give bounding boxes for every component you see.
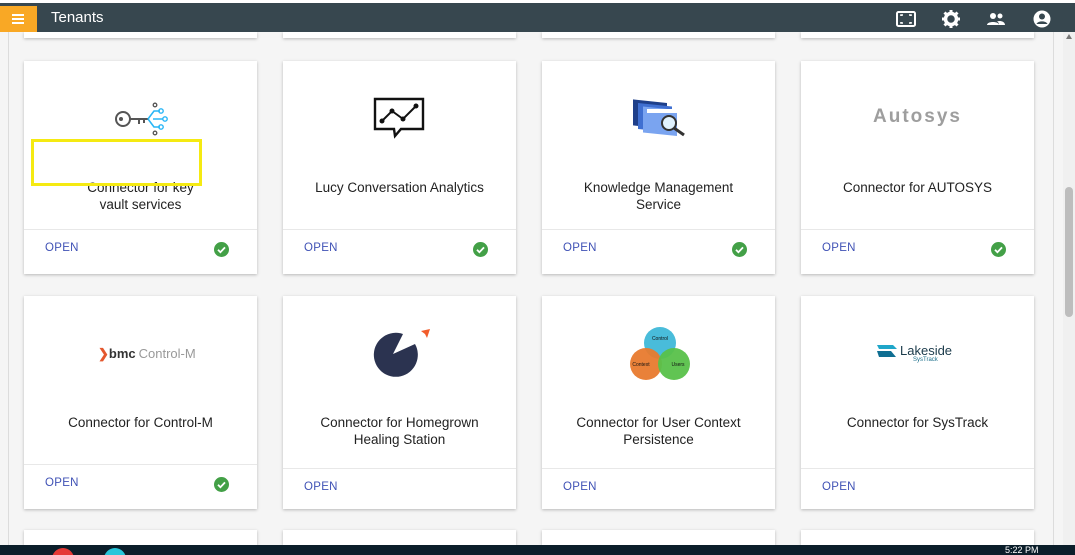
card-title: Connector for AUTOSYS [842,180,993,195]
divider [1053,32,1054,545]
os-taskbar: 5:22 PM [0,545,1075,555]
check-circle-icon [214,242,229,257]
tenant-card: Lakeside SysTrack Connector for SysTrack… [801,296,1034,509]
card-title: Connector for Control-M [68,415,213,430]
card-footer: OPEN [542,229,775,275]
lakeside-logo: Lakeside SysTrack [877,342,952,363]
bmc-mark-icon: ❯ [98,346,109,361]
hamburger-icon-line [12,22,24,24]
open-link[interactable]: OPEN [304,481,338,493]
check-circle-icon [732,242,747,257]
card-partial [801,32,1034,38]
card-footer: OPEN [542,468,775,514]
taskbar-app-icon[interactable] [52,548,74,555]
tenant-card: Control Context Users Connector for User… [542,296,775,509]
card-partial [542,530,775,545]
venn-label-control: Control [652,336,668,342]
account-circle-icon[interactable] [1031,9,1053,29]
venn-label-users: Users [671,362,685,368]
logo-brand: bmc [108,346,136,361]
card-logo: ❯bmc Control-M [24,296,257,406]
card-footer: OPEN [801,229,1034,275]
tenant-card: Autosys Connector for AUTOSYS OPEN [801,61,1034,274]
tenants-grid: Connector for key vault services OPEN Lu… [0,32,1063,545]
pie-chart-icon [373,329,430,377]
card-title: Connector for Homegrown Healing Station [320,415,479,447]
selection-highlight [31,139,202,186]
people-icon[interactable] [985,9,1007,29]
check-circle-icon [473,242,488,257]
logo-product: Control-M [138,346,196,361]
open-link[interactable]: OPEN [304,242,338,254]
card-partial [24,32,257,38]
card-partial [283,530,516,545]
lakeside-mark-icon [877,344,897,357]
venn-label-context: Context [632,362,650,368]
tenant-card: Lucy Conversation Analytics OPEN [283,61,516,274]
card-logo: Control Context Users [542,296,775,406]
menu-button[interactable] [0,6,37,32]
card-footer: OPEN [283,468,516,514]
card-logo: Lakeside SysTrack [801,296,1034,406]
taskbar-app-icon[interactable] [104,548,126,555]
vertical-scrollbar[interactable] [1063,32,1075,545]
scrollbar-thumb[interactable] [1065,187,1073,317]
tenant-card: Knowledge Management Service OPEN [542,61,775,274]
card-footer: OPEN [24,229,257,275]
card-partial [542,32,775,38]
key-network-icon [115,102,168,136]
card-footer: OPEN [283,229,516,275]
fullscreen-icon[interactable] [895,9,917,29]
page-title: Tenants [51,9,104,26]
card-partial [24,530,257,545]
card-partial [801,530,1034,545]
hamburger-icon [12,14,24,16]
open-link[interactable]: OPEN [822,481,856,493]
divider [8,32,9,545]
check-circle-icon [991,242,1006,257]
open-link[interactable]: OPEN [45,242,79,254]
tenant-card: ❯bmc Control-M Connector for Control-M OP… [24,296,257,509]
chat-analytics-icon [373,97,425,139]
card-partial [283,32,516,38]
bmc-logo: ❯bmc Control-M [98,346,196,362]
open-link[interactable]: OPEN [563,481,597,493]
taskbar-clock: 5:22 PM [1005,545,1039,555]
venn-diagram-icon: Control Context Users [630,327,690,380]
open-link[interactable]: OPEN [45,477,79,489]
autosys-logo: Autosys [873,106,962,127]
card-logo: Autosys [801,61,1034,171]
card-title: Knowledge Management Service [583,180,734,212]
tenant-card: Connector for Homegrown Healing Station … [283,296,516,509]
scroll-up-arrow-icon[interactable] [1066,34,1072,39]
card-title: Connector for SysTrack [846,415,989,430]
card-logo [283,296,516,406]
card-logo [542,61,775,171]
card-title: Lucy Conversation Analytics [315,180,484,195]
open-link[interactable]: OPEN [822,242,856,254]
top-app-bar: Tenants [0,0,1075,32]
card-logo [283,61,516,171]
gear-icon[interactable] [940,9,962,29]
hamburger-icon-line [12,18,24,20]
check-circle-icon [214,477,229,492]
open-link[interactable]: OPEN [563,242,597,254]
card-title: Connector for User Context Persistence [576,415,741,447]
card-footer: OPEN [801,468,1034,514]
folders-search-icon [633,99,685,137]
card-footer: OPEN [24,464,257,510]
